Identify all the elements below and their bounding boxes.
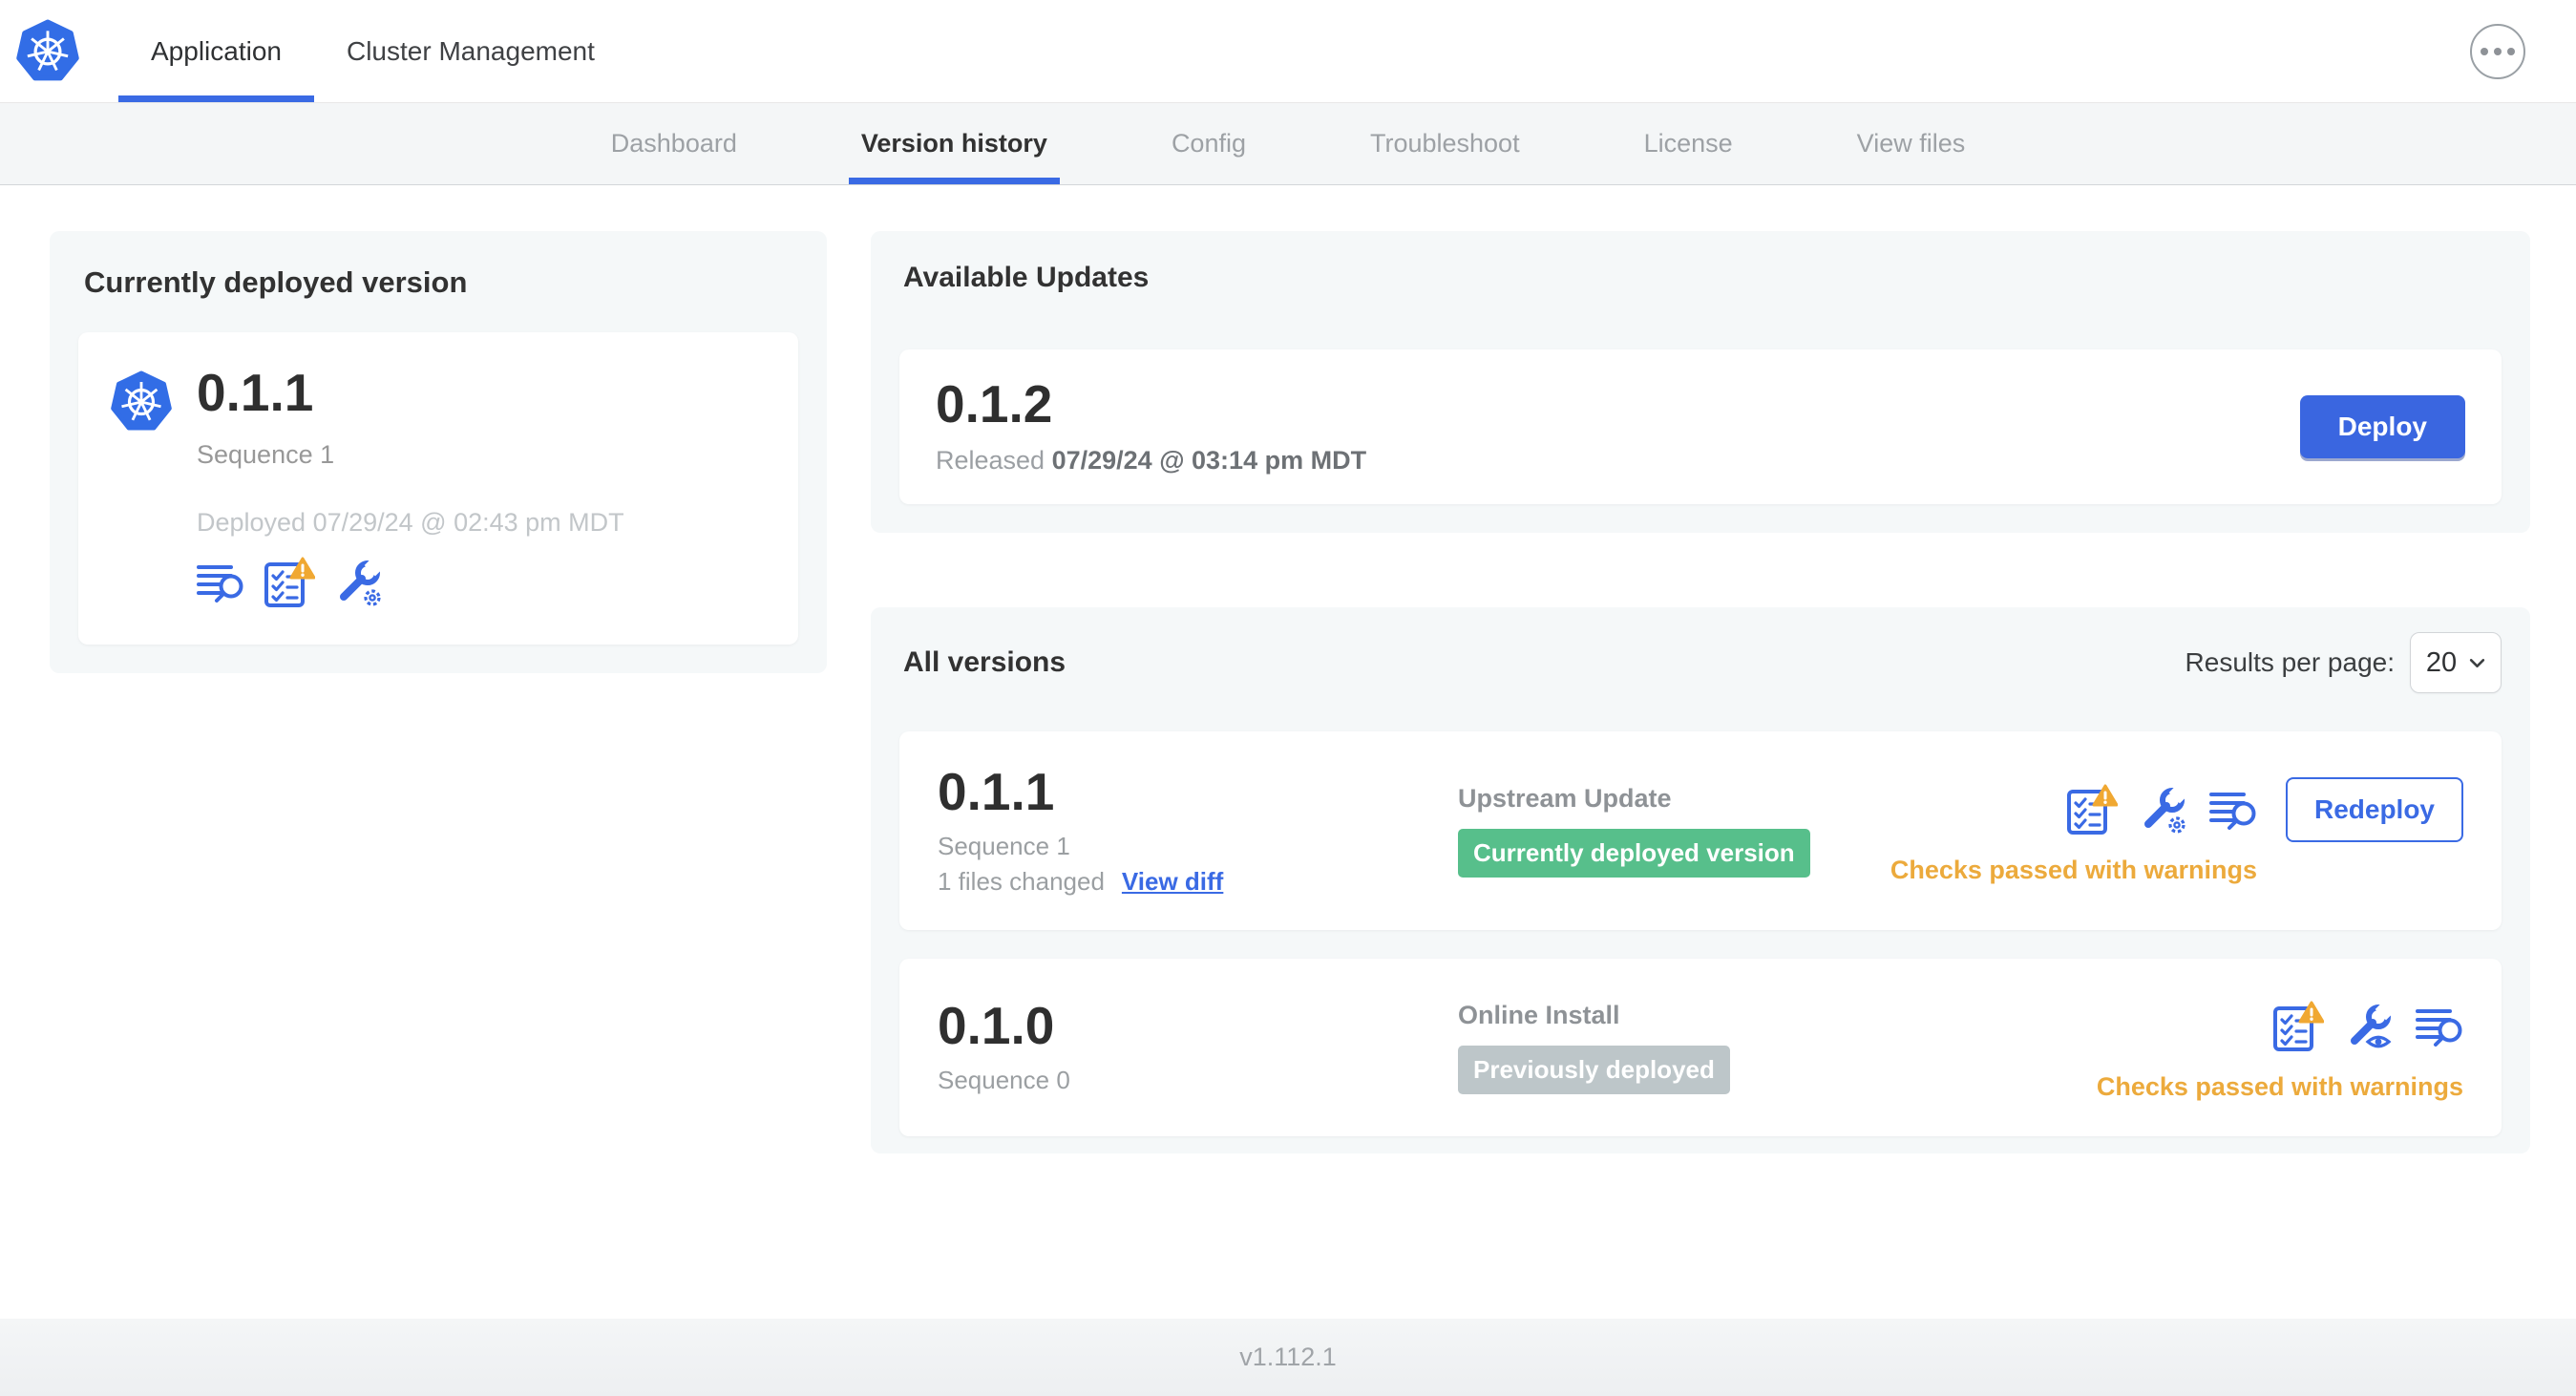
available-update-card: 0.1.2 Released 07/29/24 @ 03:14 pm MDT D… bbox=[899, 349, 2502, 504]
row-version-number: 0.1.1 bbox=[938, 761, 1055, 821]
diff-logs-icon[interactable] bbox=[197, 561, 244, 604]
update-released-line: Released 07/29/24 @ 03:14 pm MDT bbox=[936, 446, 1366, 476]
version-history-page: Currently deployed version 0.1.1 Sequenc… bbox=[0, 185, 2576, 1319]
results-per-page-select[interactable]: 20 bbox=[2410, 632, 2502, 693]
tab-cluster-management[interactable]: Cluster Management bbox=[314, 0, 627, 102]
edit-config-icon[interactable] bbox=[2139, 785, 2188, 835]
ellipsis-icon bbox=[2507, 47, 2515, 55]
version-source: Upstream Update bbox=[1458, 784, 1672, 813]
more-options-button[interactable] bbox=[2470, 23, 2525, 79]
version-row: 0.1.1 Sequence 1 1 files changed View di… bbox=[899, 731, 2502, 930]
top-bar: Application Cluster Management bbox=[0, 0, 2576, 103]
update-version-number: 0.1.2 bbox=[936, 374, 1053, 434]
top-tabs: Application Cluster Management bbox=[118, 0, 627, 102]
preflight-checks-warning-icon[interactable] bbox=[264, 557, 315, 608]
row-version-number: 0.1.0 bbox=[938, 996, 1055, 1055]
deploy-button[interactable]: Deploy bbox=[2299, 395, 2465, 458]
edit-config-icon[interactable] bbox=[334, 558, 384, 607]
app-footer: v1.112.1 bbox=[0, 1319, 2576, 1396]
row-action-icons bbox=[2272, 994, 2463, 1059]
subnav-dashboard[interactable]: Dashboard bbox=[549, 103, 799, 184]
preflight-checks-warning-icon[interactable] bbox=[2066, 784, 2118, 835]
subnav-config[interactable]: Config bbox=[1109, 103, 1308, 184]
kubernetes-logo-icon bbox=[16, 19, 79, 84]
deployed-timestamp: Deployed 07/29/24 @ 02:43 pm MDT bbox=[197, 508, 624, 537]
subnav-license[interactable]: License bbox=[1582, 103, 1795, 184]
diff-logs-icon[interactable] bbox=[2416, 1005, 2463, 1048]
previously-deployed-badge: Previously deployed bbox=[1458, 1046, 1730, 1094]
console-version: v1.112.1 bbox=[1239, 1343, 1337, 1371]
row-sequence: Sequence 1 bbox=[938, 831, 1070, 860]
view-diff-link[interactable]: View diff bbox=[1122, 867, 1223, 897]
preflight-checks-warning-icon[interactable] bbox=[2272, 1001, 2324, 1052]
chevron-down-icon bbox=[2469, 658, 2485, 668]
all-versions-title: All versions bbox=[903, 646, 1066, 678]
diff-logs-icon[interactable] bbox=[2209, 788, 2257, 832]
preflight-status-text: Checks passed with warnings bbox=[1890, 855, 2257, 884]
kubernetes-app-icon bbox=[111, 370, 172, 434]
currently-deployed-title: Currently deployed version bbox=[84, 265, 468, 299]
available-updates-title: Available Updates bbox=[903, 262, 1150, 293]
available-updates-panel: Available Updates 0.1.2 Released 07/29/2… bbox=[871, 231, 2530, 533]
currently-deployed-badge: Currently deployed version bbox=[1458, 829, 1810, 878]
all-versions-panel: All versions Results per page: 20 0.1.1 … bbox=[871, 607, 2530, 1153]
released-timestamp: 07/29/24 @ 03:14 pm MDT bbox=[1051, 446, 1367, 475]
tab-application[interactable]: Application bbox=[118, 0, 314, 102]
app-logo bbox=[16, 0, 79, 102]
deployed-version-number: 0.1.1 bbox=[197, 363, 314, 422]
ellipsis-icon bbox=[2481, 47, 2488, 55]
deployed-version-card: 0.1.1 Sequence 1 Deployed 07/29/24 @ 02:… bbox=[78, 332, 798, 645]
currently-deployed-panel: Currently deployed version 0.1.1 Sequenc… bbox=[50, 231, 827, 673]
subnav-view-files[interactable]: View files bbox=[1795, 103, 2028, 184]
row-sequence: Sequence 0 bbox=[938, 1066, 1070, 1094]
results-per-page-value: 20 bbox=[2425, 646, 2458, 678]
preflight-status-text: Checks passed with warnings bbox=[2096, 1071, 2463, 1101]
results-per-page-label: Results per page: bbox=[2185, 647, 2395, 677]
released-label: Released bbox=[936, 446, 1045, 475]
deployed-sequence: Sequence 1 bbox=[197, 440, 335, 469]
subnav-troubleshoot[interactable]: Troubleshoot bbox=[1308, 103, 1582, 184]
deployed-version-actions bbox=[197, 557, 624, 608]
view-config-icon[interactable] bbox=[2345, 1002, 2395, 1051]
app-subnav: Dashboard Version history Config Trouble… bbox=[0, 103, 2576, 185]
redeploy-button[interactable]: Redeploy bbox=[2285, 776, 2463, 842]
row-action-icons bbox=[2066, 777, 2257, 842]
version-source: Online Install bbox=[1458, 1001, 1620, 1029]
subnav-version-history[interactable]: Version history bbox=[799, 103, 1109, 184]
files-changed-label: 1 files changed bbox=[938, 866, 1105, 896]
version-row: 0.1.0 Sequence 0 Online Install Previous… bbox=[899, 959, 2502, 1136]
ellipsis-icon bbox=[2494, 47, 2502, 55]
